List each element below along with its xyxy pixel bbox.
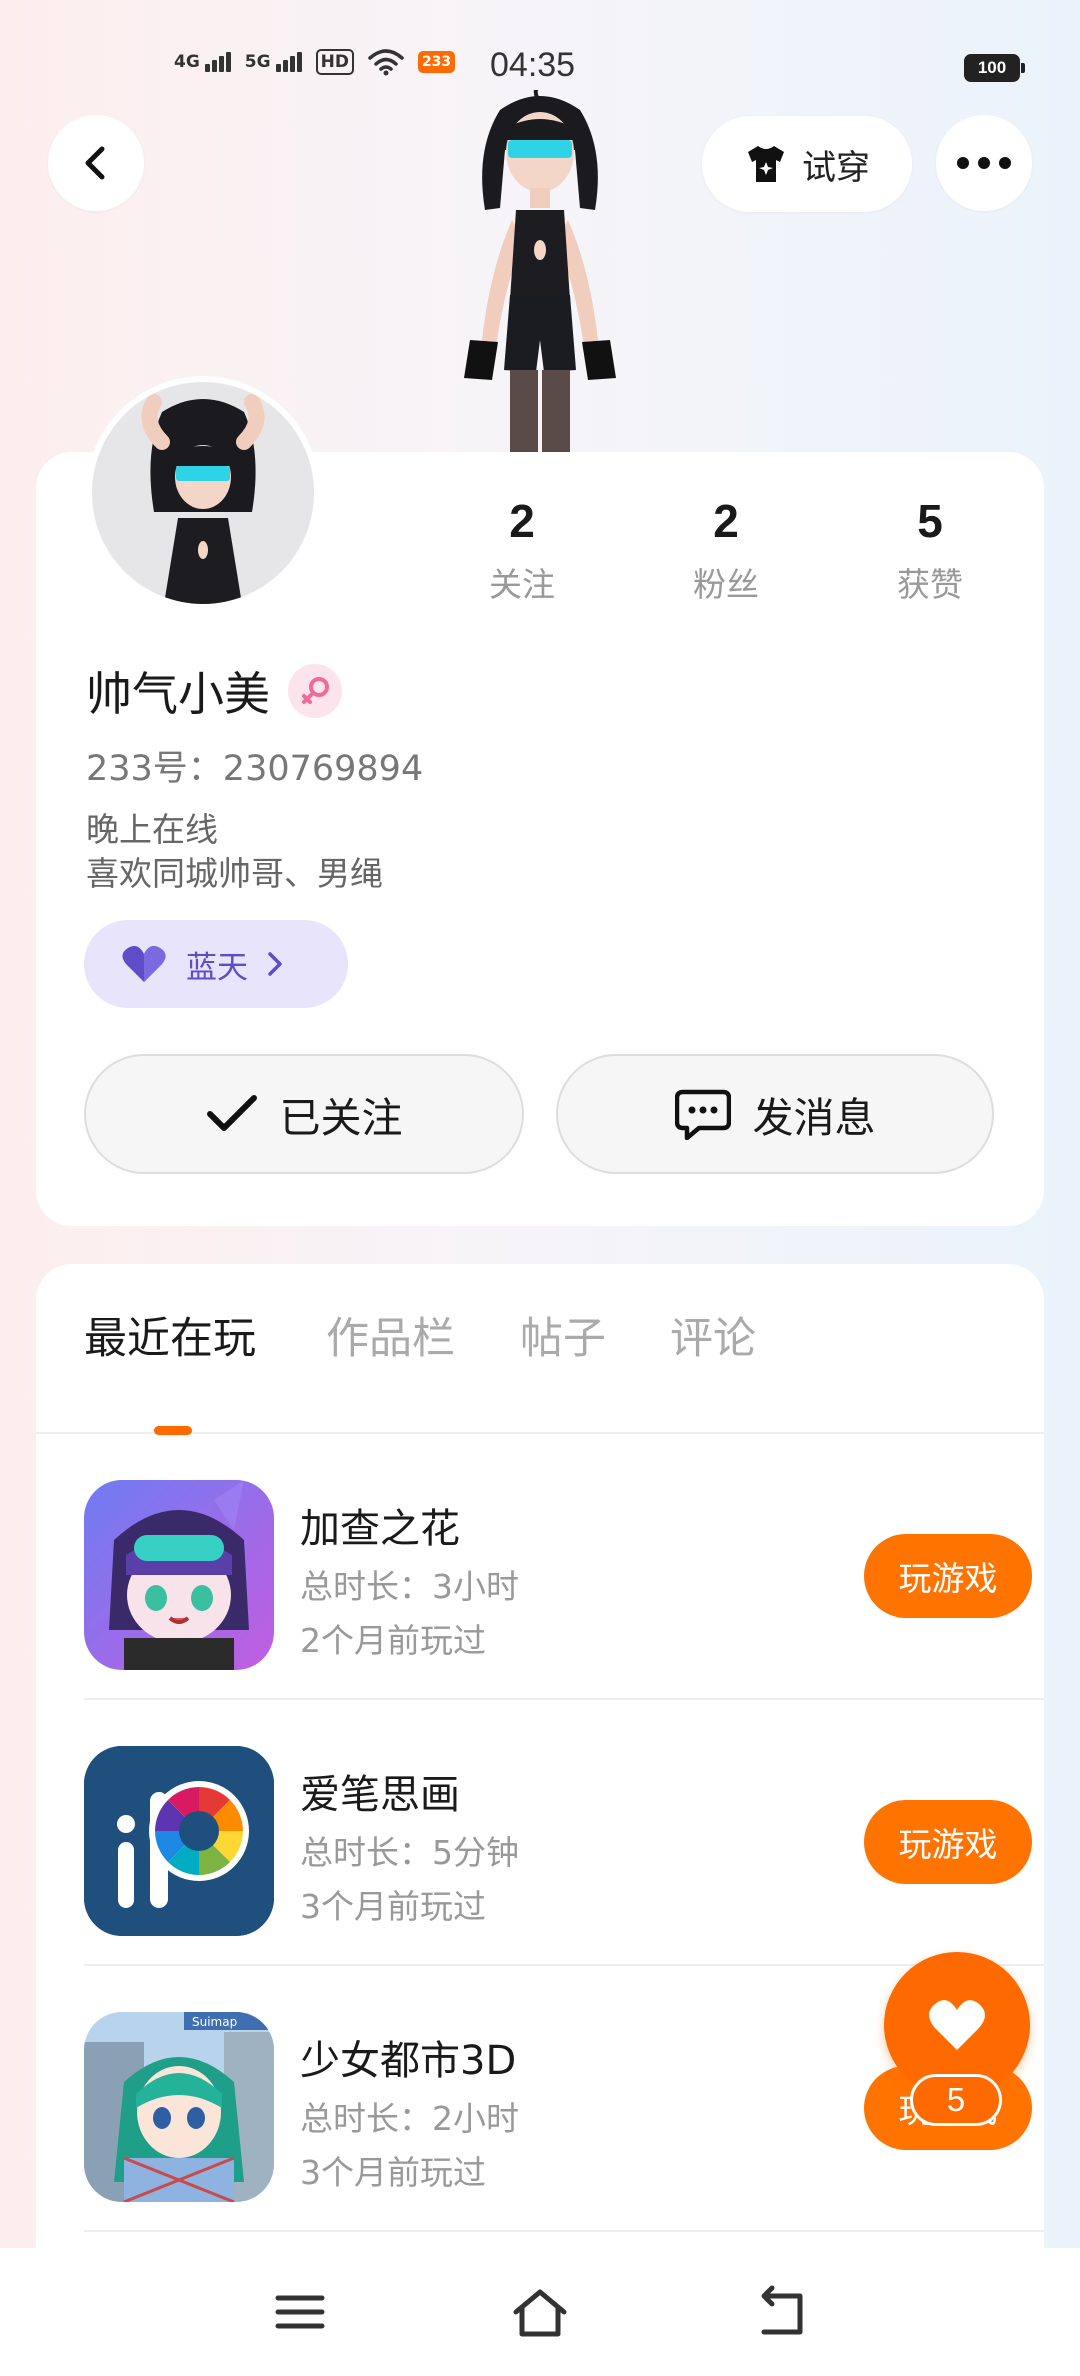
stat-likes[interactable]: 5 获赞 — [860, 494, 1000, 606]
game-last-played: 3个月前玩过 — [300, 2153, 486, 2192]
send-message-label: 发消息 — [752, 1094, 876, 1142]
stat-following[interactable]: 2 关注 — [452, 494, 592, 606]
avatar-image — [141, 394, 265, 604]
game-last-played: 3个月前玩过 — [300, 1887, 486, 1926]
more-button[interactable] — [936, 115, 1032, 211]
ibis-paint-icon — [84, 1746, 274, 1936]
following-label: 已关注 — [279, 1094, 403, 1142]
content-card: 最近在玩 作品栏 帖子 评论 加查之花 总时长：3小时 2个月前玩过 玩游戏 爱… — [36, 1264, 1044, 2376]
tab-bar: 最近在玩 作品栏 帖子 评论 — [36, 1304, 1044, 1435]
list-item[interactable]: 加查之花 总时长：3小时 2个月前玩过 玩游戏 — [84, 1434, 1044, 1700]
battery-icon: 100 — [964, 54, 1025, 82]
more-dots-icon — [957, 157, 1011, 169]
game-duration: 总时长：3小时 — [300, 1567, 519, 1606]
profile-card: 2 关注 2 粉丝 5 获赞 帅气小美 233号：230769894 晚上在线 … — [36, 376, 1044, 1226]
send-message-button[interactable]: 发消息 — [556, 1054, 994, 1174]
game-duration: 总时长：5分钟 — [300, 1833, 519, 1872]
bio-line: 晚上在线 — [86, 810, 218, 849]
play-game-button[interactable]: 玩游戏 — [864, 1800, 1032, 1884]
chevron-left-icon — [85, 146, 105, 180]
following-button[interactable]: 已关注 — [84, 1054, 524, 1174]
signal-4g-icon: 4G — [174, 52, 231, 72]
system-navigation-bar — [0, 2248, 1080, 2376]
game-name: 加查之花 — [300, 1506, 460, 1552]
game-duration: 总时长：2小时 — [300, 2099, 519, 2138]
user-id: 233号：230769894 — [86, 749, 424, 789]
chat-bubble-icon — [674, 1089, 731, 1140]
username-text: 帅气小美 — [86, 667, 270, 721]
female-gender-icon — [288, 664, 342, 718]
menu-icon[interactable] — [270, 2284, 330, 2340]
heart-icon — [122, 946, 166, 982]
try-on-button[interactable]: 试穿 — [702, 116, 912, 212]
heart-icon — [929, 2000, 985, 2050]
username: 帅气小美 — [86, 658, 342, 724]
check-icon — [206, 1095, 257, 1131]
bio: 晚上在线 喜欢同城帅哥、男绳 — [86, 808, 383, 896]
play-game-button[interactable]: 玩游戏 — [864, 1534, 1032, 1618]
tab-recently-played[interactable]: 最近在玩 — [84, 1304, 256, 1366]
like-count-badge: 5 — [910, 2074, 1002, 2126]
tshirt-icon — [748, 146, 784, 182]
suimap-banner-text: Suimap — [192, 2015, 237, 2029]
tab-posts[interactable]: 帖子 — [520, 1304, 606, 1366]
try-on-label: 试穿 — [802, 147, 870, 188]
tab-works[interactable]: 作品栏 — [326, 1304, 455, 1366]
chevron-right-icon — [268, 952, 282, 976]
game-name: 少女都市3D — [300, 2038, 517, 2084]
app-notification-badge: 233 — [417, 51, 456, 73]
tag-label: 蓝天 — [186, 949, 248, 986]
list-item[interactable]: 爱笔思画 总时长：5分钟 3个月前玩过 玩游戏 — [84, 1700, 1044, 1966]
clock: 04:35 — [490, 46, 576, 84]
relationship-tag[interactable]: 蓝天 — [84, 920, 348, 1008]
signal-5g-icon: 5G — [245, 52, 302, 72]
bio-line: 喜欢同城帅哥、男绳 — [86, 854, 383, 893]
gacha-flower-icon — [84, 1480, 274, 1670]
hd-voice-icon: HD — [315, 49, 354, 75]
wifi-icon — [368, 49, 404, 76]
home-icon[interactable] — [510, 2284, 570, 2340]
girl-city-3d-icon: Suimap — [84, 2012, 274, 2202]
game-last-played: 2个月前玩过 — [300, 1621, 486, 1660]
game-name: 爱笔思画 — [300, 1772, 460, 1818]
back-nav-icon[interactable] — [750, 2284, 810, 2340]
back-button[interactable] — [48, 115, 144, 211]
avatar[interactable] — [86, 376, 320, 610]
avatar-3d-figure[interactable] — [420, 90, 660, 452]
stat-followers[interactable]: 2 粉丝 — [656, 494, 796, 606]
tab-comments[interactable]: 评论 — [670, 1304, 756, 1366]
